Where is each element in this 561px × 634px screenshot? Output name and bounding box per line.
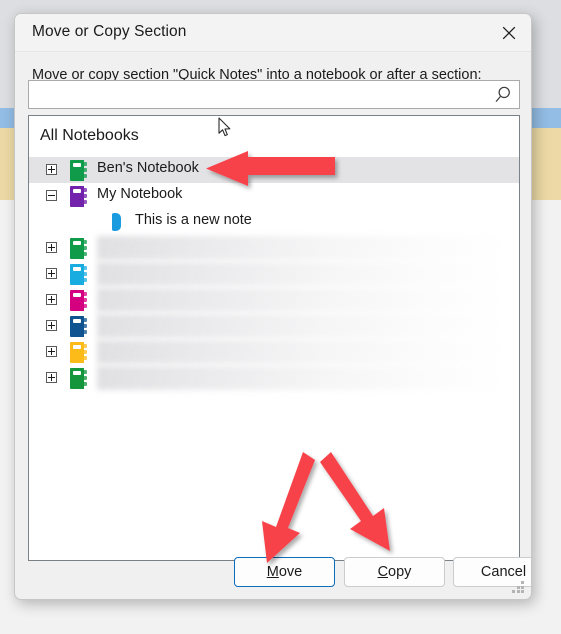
dialog-title: Move or Copy Section bbox=[32, 23, 187, 40]
grip-dot bbox=[516, 590, 520, 593]
grip-dot bbox=[516, 585, 520, 589]
move-button-label: ove bbox=[278, 564, 303, 580]
notebook-tree-panel[interactable]: All Notebooks Ben's Notebook My Notebook T… bbox=[28, 115, 520, 561]
expand-icon[interactable] bbox=[46, 294, 57, 305]
move-button-accelerator: M bbox=[266, 564, 279, 580]
expand-icon[interactable] bbox=[46, 242, 57, 253]
redacted-label bbox=[97, 236, 497, 260]
search-field[interactable] bbox=[28, 80, 520, 110]
tree-row-label: My Notebook bbox=[97, 186, 183, 202]
resize-grip-icon[interactable] bbox=[512, 581, 525, 594]
search-input[interactable] bbox=[34, 81, 493, 110]
tree-row[interactable]: Ben's Notebook bbox=[29, 157, 519, 183]
mouse-cursor-icon bbox=[218, 117, 232, 138]
tree-row[interactable] bbox=[29, 287, 519, 313]
notebook-tree[interactable]: Ben's Notebook My Notebook This is a new n… bbox=[29, 157, 519, 391]
expand-icon[interactable] bbox=[46, 320, 57, 331]
notebook-icon bbox=[70, 290, 87, 311]
tree-row[interactable] bbox=[29, 365, 519, 391]
tree-row-label: This is a new note bbox=[135, 212, 252, 228]
move-button[interactable]: Move bbox=[234, 557, 335, 587]
tree-row[interactable]: This is a new note bbox=[29, 209, 519, 235]
notebook-icon bbox=[70, 316, 87, 337]
section-tab-icon bbox=[112, 213, 121, 231]
tree-row-label: Ben's Notebook bbox=[97, 160, 199, 176]
collapse-icon[interactable] bbox=[46, 190, 57, 201]
notebook-icon bbox=[70, 238, 87, 259]
expand-icon[interactable] bbox=[46, 346, 57, 357]
expand-icon[interactable] bbox=[46, 372, 57, 383]
copy-button[interactable]: Copy bbox=[344, 557, 445, 587]
notebook-icon bbox=[70, 186, 87, 207]
redacted-label bbox=[97, 262, 497, 286]
copy-button-accelerator: C bbox=[377, 564, 389, 580]
tree-row[interactable] bbox=[29, 235, 519, 261]
cancel-button-label: Cancel bbox=[480, 564, 527, 580]
grip-dot bbox=[512, 590, 515, 593]
notebook-icon bbox=[70, 342, 87, 363]
tree-row[interactable] bbox=[29, 261, 519, 287]
tree-row[interactable] bbox=[29, 339, 519, 365]
grip-dot bbox=[521, 581, 524, 584]
notebook-icon bbox=[70, 264, 87, 285]
redacted-label bbox=[97, 314, 497, 338]
close-icon[interactable] bbox=[486, 14, 531, 51]
move-or-copy-section-dialog: Move or Copy Section Move or copy sectio… bbox=[14, 13, 532, 600]
grip-dot bbox=[521, 585, 524, 589]
notebook-icon bbox=[70, 368, 87, 389]
expand-icon[interactable] bbox=[46, 164, 57, 175]
dialog-titlebar: Move or Copy Section bbox=[15, 14, 531, 52]
redacted-label bbox=[97, 288, 497, 312]
search-icon bbox=[493, 85, 513, 105]
notebook-icon bbox=[70, 160, 87, 181]
grip-dot bbox=[521, 590, 524, 593]
redacted-label bbox=[97, 366, 497, 390]
copy-button-label: opy bbox=[388, 564, 412, 580]
redacted-label bbox=[97, 340, 497, 364]
tree-row[interactable] bbox=[29, 313, 519, 339]
all-notebooks-header: All Notebooks bbox=[40, 127, 139, 144]
expand-icon[interactable] bbox=[46, 268, 57, 279]
tree-row[interactable]: My Notebook bbox=[29, 183, 519, 209]
